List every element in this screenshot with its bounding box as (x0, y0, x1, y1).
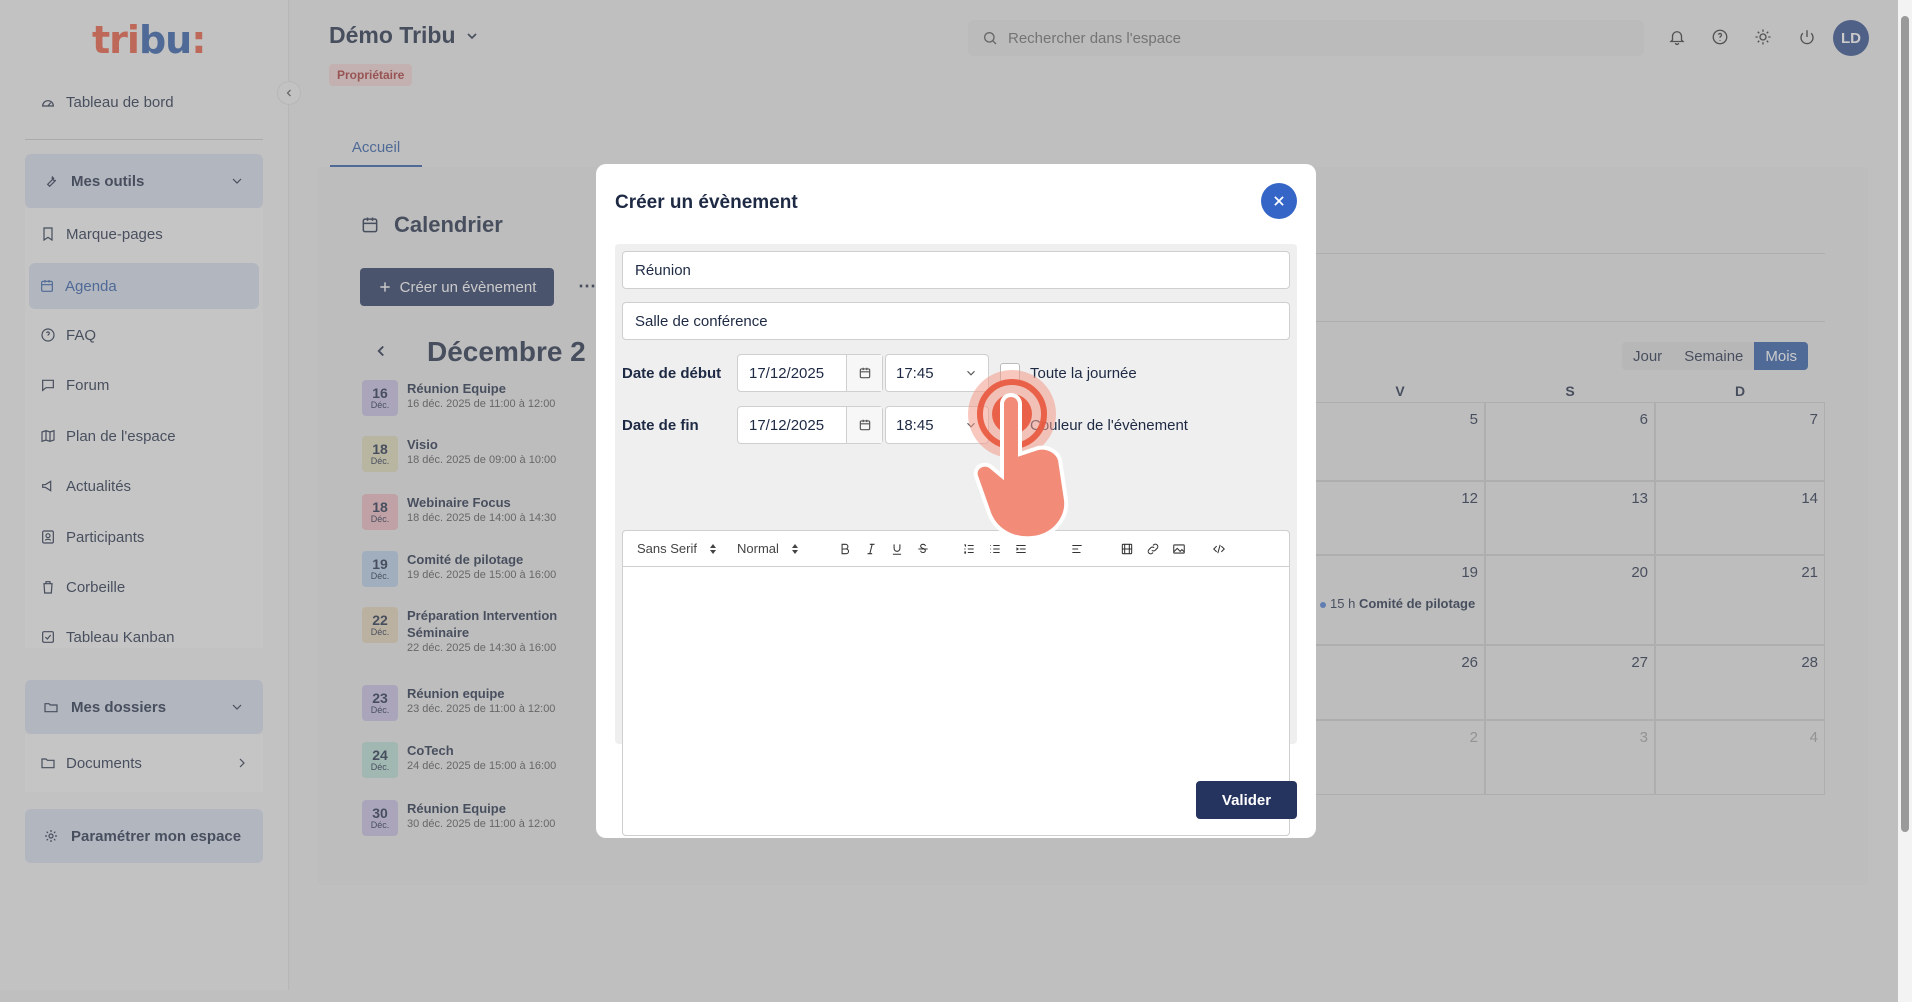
image-icon (1173, 543, 1185, 554)
close-icon (1274, 196, 1284, 206)
all-day-checkbox[interactable] (1000, 363, 1020, 383)
code-icon (1213, 544, 1225, 553)
start-time-value: 17:45 (896, 364, 934, 382)
submit-button[interactable]: Valider (1196, 781, 1297, 819)
calendar-picker-button[interactable] (846, 407, 882, 443)
calendar-icon (859, 367, 870, 379)
chevron-down-icon (967, 422, 975, 428)
indent-icon (1016, 544, 1026, 553)
all-day-label: Toute la journée (1030, 365, 1137, 382)
italic-icon (867, 543, 875, 554)
chevron-down-icon (967, 370, 975, 376)
font-family-value: Sans Serif (637, 541, 697, 556)
modal-form: Réunion Salle de conférence Date de débu… (615, 244, 1297, 836)
link-icon (1147, 543, 1159, 554)
strikethrough-button[interactable] (915, 541, 931, 557)
underline-button[interactable] (889, 541, 905, 557)
start-date-label: Date de début (622, 365, 722, 382)
event-color-label: Couleur de l'évènement (1030, 417, 1188, 434)
start-date-input[interactable]: 17/12/2025 (737, 354, 883, 392)
event-title-input[interactable]: Réunion (622, 251, 1290, 289)
location-input[interactable]: Salle de conférence (622, 302, 1290, 340)
select-arrows-icon (791, 543, 798, 554)
end-date-input[interactable]: 17/12/2025 (737, 406, 883, 444)
italic-button[interactable] (863, 541, 879, 557)
description-editor[interactable]: Sans Serif Normal (622, 530, 1290, 836)
bold-icon (841, 543, 850, 554)
bullet-list-icon (990, 544, 1000, 553)
calendar-icon (859, 419, 870, 431)
create-event-modal: Créer un évènement Réunion Salle de conf… (596, 164, 1316, 838)
scrollbar-thumb[interactable] (1901, 16, 1909, 832)
strikethrough-icon (918, 543, 928, 553)
ordered-list-icon (964, 543, 974, 554)
font-size-value: Normal (737, 541, 779, 556)
start-time-select[interactable]: 17:45 (885, 354, 989, 392)
end-date-label: Date de fin (622, 417, 699, 434)
link-button[interactable] (1145, 541, 1161, 557)
indent-button[interactable] (1013, 541, 1029, 557)
code-button[interactable] (1211, 541, 1227, 557)
end-time-select[interactable]: 18:45 (885, 406, 989, 444)
end-date-value: 17/12/2025 (749, 416, 825, 434)
ordered-list-button[interactable] (961, 541, 977, 557)
calendar-picker-button[interactable] (846, 355, 882, 391)
end-time-value: 18:45 (896, 416, 934, 434)
bullet-list-button[interactable] (987, 541, 1003, 557)
bold-button[interactable] (837, 541, 853, 557)
underline-icon (892, 543, 902, 555)
start-date-value: 17/12/2025 (749, 364, 825, 382)
align-left-icon (1072, 544, 1082, 553)
close-button[interactable] (1261, 183, 1297, 219)
modal-title: Créer un évènement (615, 192, 798, 213)
event-color-checkbox[interactable] (1000, 415, 1020, 435)
font-family-select[interactable]: Sans Serif (637, 541, 727, 556)
film-icon (1121, 543, 1133, 554)
select-arrows-icon (709, 543, 716, 554)
align-button[interactable] (1069, 541, 1085, 557)
image-button[interactable] (1171, 541, 1187, 557)
video-button[interactable] (1119, 541, 1135, 557)
editor-toolbar: Sans Serif Normal (623, 531, 1289, 567)
font-size-select[interactable]: Normal (737, 541, 827, 556)
